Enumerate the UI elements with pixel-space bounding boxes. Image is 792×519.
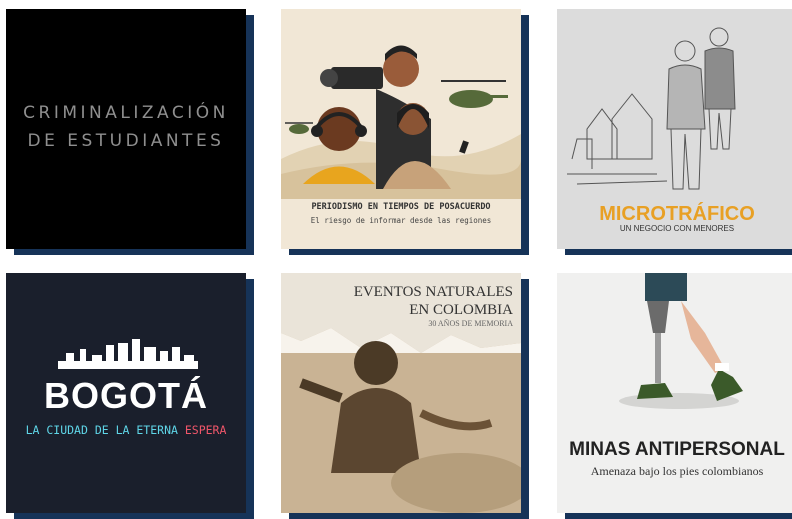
card-title: MINAS ANTIPERSONAL	[569, 439, 785, 460]
card-title: PERIODISMO EN TIEMPOS DE POSACUERDO	[311, 202, 491, 212]
card-title: BOGOTÁ	[44, 375, 208, 416]
card-microtrafico[interactable]: MICROTRÁFICO UN NEGOCIO CON MENORES	[557, 9, 792, 249]
card-subtitle: 30 AÑOS DE MEMORIA	[428, 319, 513, 328]
card-title-line2: DE ESTUDIANTES	[27, 131, 225, 151]
card-subtitle: LA CIUDAD DE LA ETERNA ESPERA	[25, 423, 227, 437]
card-title-line1: CRIMINALIZACIÓN	[23, 103, 229, 123]
card-criminalizacion-estudiantes[interactable]: CRIMINALIZACIÓN DE ESTUDIANTES	[6, 9, 246, 249]
card-title: MICROTRÁFICO	[599, 203, 755, 225]
card-subtitle: El riesgo de informar desde las regiones	[310, 216, 492, 225]
card-title: EVENTOS NATURALES EN COLOMBIA	[353, 284, 513, 318]
card-eventos-naturales[interactable]: EVENTOS NATURALES EN COLOMBIA 30 AÑOS DE…	[281, 273, 521, 513]
card-subtitle: Amenaza bajo los pies colombianos	[590, 464, 764, 478]
card-bogota[interactable]: BOGOTÁ LA CIUDAD DE LA ETERNA ESPERA	[6, 273, 246, 513]
card-minas-antipersonal[interactable]: MINAS ANTIPERSONAL Amenaza bajo los pies…	[557, 273, 792, 513]
journalists-illustration	[281, 45, 521, 199]
card-periodismo-posacuerdo[interactable]: PERIODISMO EN TIEMPOS DE POSACUERDO El r…	[281, 9, 521, 249]
card-subtitle: UN NEGOCIO CON MENORES	[619, 224, 735, 233]
